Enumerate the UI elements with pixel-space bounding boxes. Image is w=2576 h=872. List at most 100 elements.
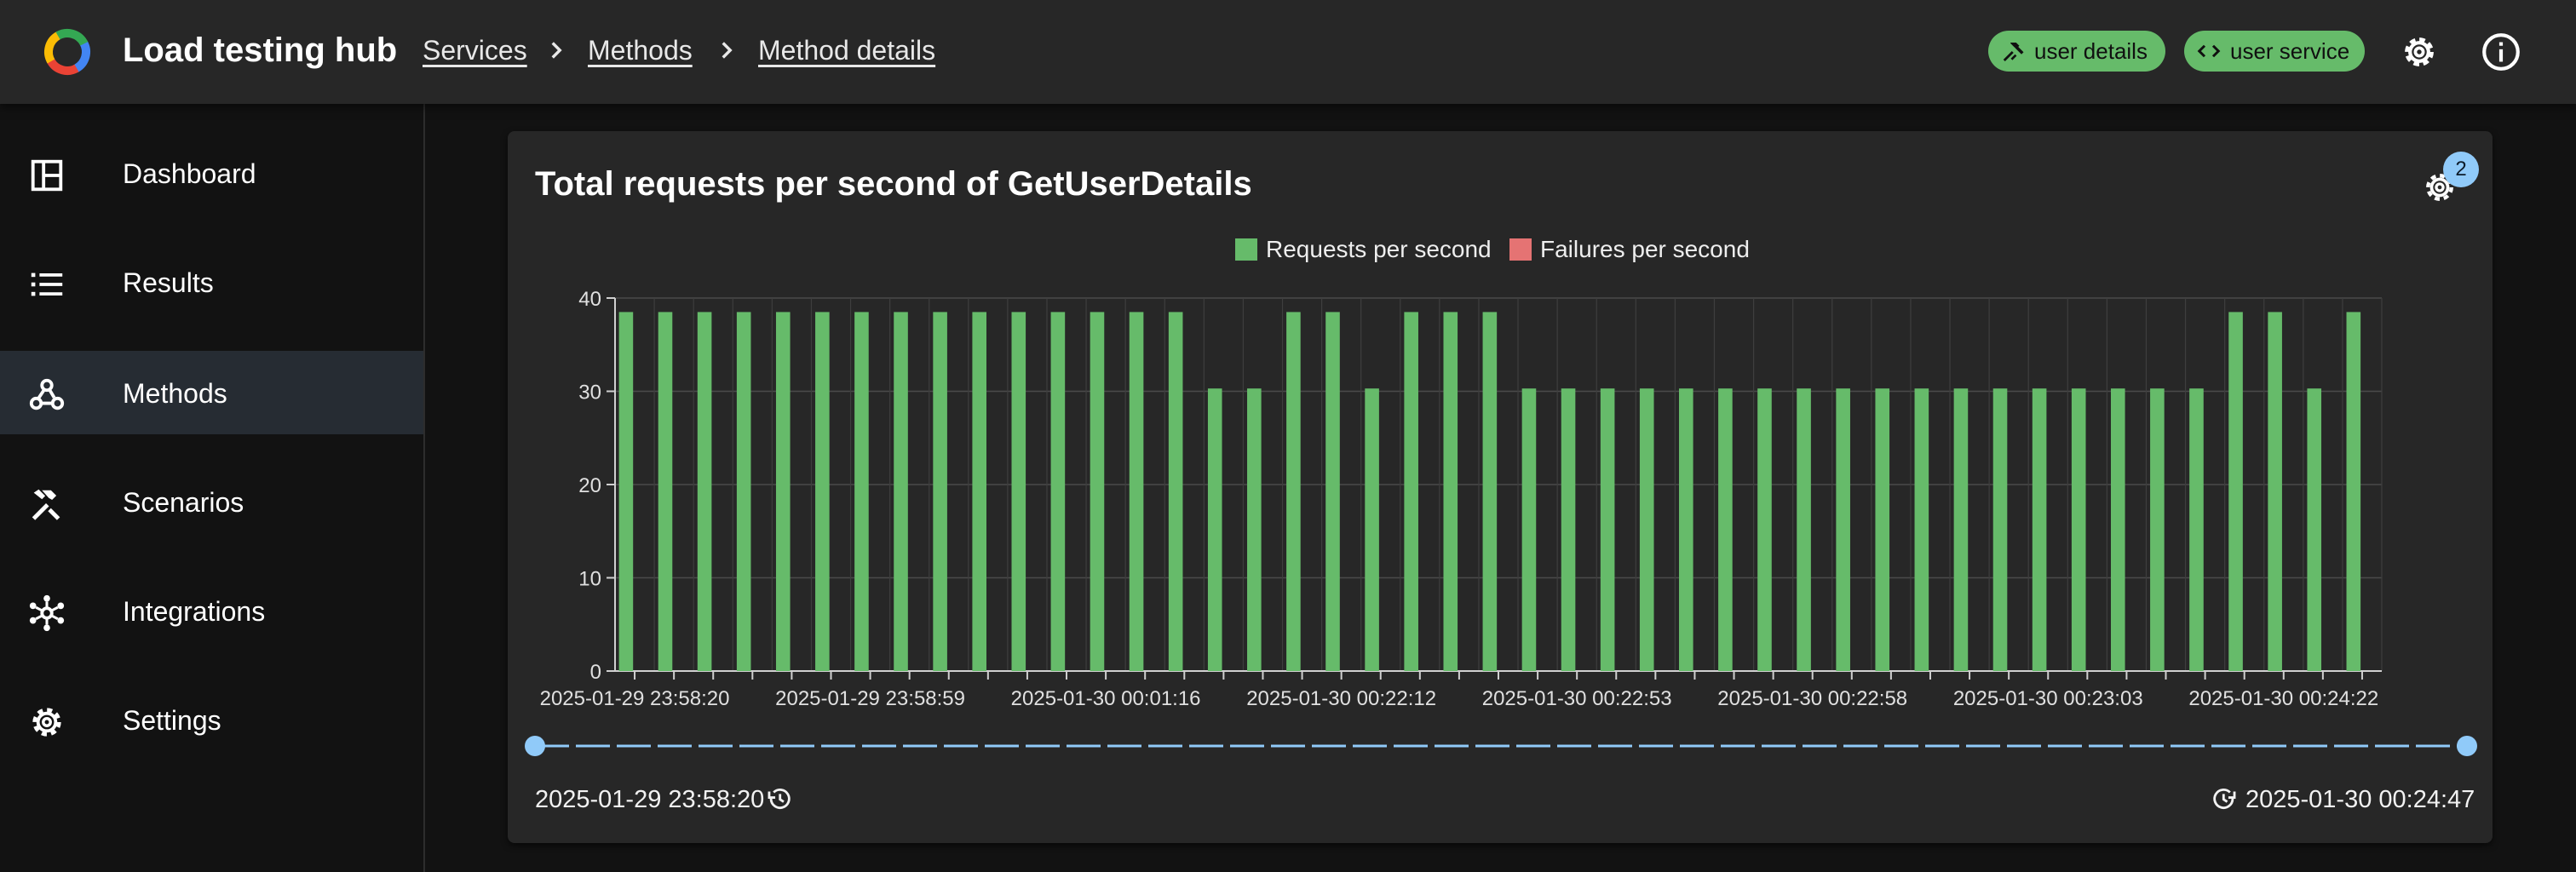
chip-label: user details [2034,38,2148,64]
dashboard-icon [31,159,63,192]
range-slider-end-handle [2457,736,2477,756]
bar-requests-per-second [1247,388,1262,671]
webhook-icon [29,378,65,410]
legend-swatch [1235,238,1257,261]
bar-requests-per-second [933,312,947,671]
chevron-right-icon [722,42,733,59]
loader-ring-icon [44,29,90,76]
gear-icon [32,708,61,737]
update-icon[interactable] [2210,784,2239,813]
y-tick-label: 40 [578,288,601,311]
bar-requests-per-second [1325,312,1340,671]
requests-bar-chart: 0 10 20 30 40 2025-01-29 23:58:20 2025-01-29 2… [525,236,2477,756]
bar-requests-per-second [1797,388,1811,671]
bar-requests-per-second [972,312,987,671]
legend-label: Failures per second [1540,236,1750,262]
sidebar: Dashboard Results Methods Scenarios Inte… [0,104,425,872]
sidebar-item-methods[interactable]: Methods [0,351,423,434]
chevron-right-icon [551,42,562,59]
bar-requests-per-second [2032,388,2047,671]
bar-requests-per-second [1836,388,1850,671]
breadcrumb-method-details[interactable]: Method details [758,32,935,68]
bar-requests-per-second [1718,388,1733,671]
y-tick-label: 10 [578,568,601,591]
chip-user-details[interactable]: user details [1988,31,2165,72]
chip-user-service[interactable]: user service [2184,31,2365,72]
x-tick-label: 2025-01-30 00:24:22 [2188,687,2378,710]
sidebar-item-dashboard[interactable]: Dashboard [0,131,423,215]
bar-requests-per-second [1679,388,1693,671]
bar-requests-per-second [2307,388,2322,671]
bar-requests-per-second [1757,388,1772,671]
sidebar-item-integrations[interactable]: Integrations [0,569,423,652]
sidebar-item-scenarios[interactable]: Scenarios [0,460,423,543]
x-tick-label: 2025-01-30 00:23:03 [1953,687,2143,710]
y-tick-label: 30 [578,382,601,404]
bar-requests-per-second [2268,312,2282,671]
sidebar-item-label: Settings [123,705,221,736]
tools-icon [32,489,60,520]
bar-requests-per-second [854,312,869,671]
x-tick-label: 2025-01-30 00:22:58 [1717,687,1907,710]
bar-requests-per-second [775,312,791,671]
bar-requests-per-second [1875,388,1890,671]
breadcrumb-services[interactable]: Services [423,32,527,68]
bar-requests-per-second [1561,388,1576,671]
x-tick-label: 2025-01-30 00:22:12 [1246,687,1436,710]
y-tick-label: 0 [590,661,601,684]
range-end-label: 2025-01-30 00:24:47 [2245,786,2475,813]
sidebar-item-label: Results [123,267,214,298]
bar-requests-per-second [2150,388,2165,671]
bar-requests-per-second [1129,312,1144,671]
bar-requests-per-second [1639,388,1654,671]
x-tick-label: 2025-01-29 23:58:20 [540,687,730,710]
bar-requests-per-second [1953,388,1969,671]
chip-label: user service [2230,38,2350,64]
bar-requests-per-second [1090,312,1105,671]
x-tick-label: 2025-01-30 00:01:16 [1011,687,1201,710]
bar-requests-per-second [2110,388,2125,671]
bar-requests-per-second [1011,312,1026,671]
bar-requests-per-second [1050,312,1066,671]
bar-requests-per-second [697,312,712,671]
code-icon [2197,44,2221,58]
bar-requests-per-second [2346,312,2361,671]
bar-requests-per-second [1914,388,1929,671]
bar-requests-per-second [894,312,908,671]
sidebar-item-settings[interactable]: Settings [0,678,423,761]
bar-requests-per-second [815,312,830,671]
bar-requests-per-second [1600,388,1615,671]
bar-requests-per-second [1992,388,2008,671]
hammer-wrench-icon [2003,43,2024,61]
sidebar-item-label: Methods [123,378,227,409]
info-icon[interactable] [2480,31,2522,73]
sidebar-item-label: Dashboard [123,158,256,189]
app-bar: Load testing hub Services Methods Method… [0,0,2576,104]
range-slider-start-handle [525,736,545,756]
legend-label: Requests per second [1266,236,1492,262]
bar-requests-per-second [2189,388,2204,671]
bar-requests-per-second [1482,312,1498,671]
sidebar-item-label: Integrations [123,596,266,627]
x-tick-label: 2025-01-29 23:58:59 [775,687,965,710]
x-tick-label: 2025-01-30 00:22:53 [1482,687,1672,710]
bar-requests-per-second [2228,312,2243,671]
breadcrumb-methods[interactable]: Methods [588,32,693,68]
bar-requests-per-second [1404,312,1418,671]
bar-requests-per-second [1207,388,1222,671]
bar-requests-per-second [658,312,673,671]
bar-requests-per-second [736,312,751,671]
bar-requests-per-second [1168,312,1183,671]
sidebar-item-results[interactable]: Results [0,240,423,324]
history-icon[interactable] [765,784,794,813]
legend-swatch [1509,238,1532,261]
gear-icon[interactable] [2398,31,2441,73]
hub-icon [29,594,65,632]
bar-requests-per-second [1365,388,1379,671]
bar-requests-per-second [1286,312,1301,671]
chart-card: Total requests per second of GetUserDeta… [508,131,2493,843]
list-icon [31,272,63,296]
sidebar-item-label: Scenarios [123,487,244,518]
range-start-label: 2025-01-29 23:58:20 [535,786,765,813]
bar-requests-per-second [1443,312,1458,671]
